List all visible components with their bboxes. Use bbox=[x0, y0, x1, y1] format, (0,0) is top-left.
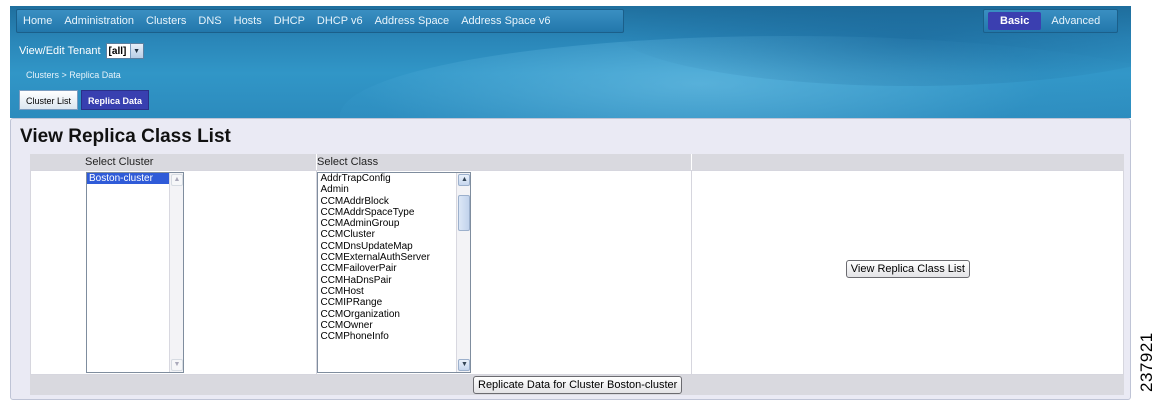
tenant-value: [all] bbox=[108, 45, 127, 57]
class-option[interactable]: CCMOrganization bbox=[318, 309, 470, 320]
class-option[interactable]: CCMCluster bbox=[318, 229, 470, 240]
class-option[interactable]: CCMFailoverPair bbox=[318, 263, 470, 274]
tab-bar: Cluster List Replica Data bbox=[19, 90, 152, 110]
class-option[interactable]: CCMDnsUpdateMap bbox=[318, 241, 470, 252]
header-cell-action bbox=[692, 154, 1124, 170]
class-option[interactable]: CCMHaDnsPair bbox=[318, 275, 470, 286]
cluster-column: Boston-cluster ▲ ▼ bbox=[31, 171, 318, 374]
cluster-listbox[interactable]: Boston-cluster ▲ ▼ bbox=[86, 172, 184, 373]
cluster-scrollbar[interactable]: ▲ ▼ bbox=[169, 173, 183, 372]
advanced-mode-button[interactable]: Advanced bbox=[1041, 12, 1110, 30]
nav-item-dns[interactable]: DNS bbox=[198, 15, 221, 27]
class-options: AddrTrapConfig Admin CCMAddrBlock CCMAddrSp… bbox=[318, 173, 470, 342]
class-option[interactable]: CCMAddrSpaceType bbox=[318, 207, 470, 218]
action-column: View Replica Class List bbox=[692, 171, 1123, 374]
scroll-thumb[interactable] bbox=[458, 195, 471, 231]
nav-item-dhcp-v6[interactable]: DHCP v6 bbox=[317, 15, 363, 27]
header-cell-class: Select Class bbox=[317, 154, 692, 170]
select-class-header: Select Class bbox=[317, 156, 379, 168]
class-listbox[interactable]: AddrTrapConfig Admin CCMAddrBlock CCMAddrSp… bbox=[317, 172, 472, 373]
tenant-dropdown[interactable]: [all] ▼ bbox=[105, 43, 144, 59]
tenant-selector: View/Edit Tenant [all] ▼ bbox=[19, 43, 144, 59]
class-option[interactable]: AddrTrapConfig bbox=[318, 173, 470, 184]
breadcrumb: Clusters > Replica Data bbox=[26, 70, 121, 80]
tab-replica-data[interactable]: Replica Data bbox=[81, 90, 150, 110]
scroll-up-icon[interactable]: ▲ bbox=[458, 174, 471, 186]
header-cell-cluster: Select Cluster bbox=[30, 154, 317, 170]
class-option[interactable]: CCMAddrBlock bbox=[318, 196, 470, 207]
class-scrollbar[interactable]: ▲ ▼ bbox=[456, 173, 471, 372]
app-header: Home Administration Clusters DNS Hosts D… bbox=[10, 6, 1131, 118]
class-option[interactable]: CCMAdminGroup bbox=[318, 218, 470, 229]
scroll-up-icon[interactable]: ▲ bbox=[171, 174, 183, 186]
main-panel: View Replica Class List Select Cluster S… bbox=[10, 118, 1131, 400]
nav-item-administration[interactable]: Administration bbox=[64, 15, 134, 27]
page-title: View Replica Class List bbox=[20, 126, 231, 147]
view-replica-class-list-button[interactable]: View Replica Class List bbox=[845, 260, 970, 278]
nav-item-dhcp[interactable]: DHCP bbox=[274, 15, 305, 27]
class-column: AddrTrapConfig Admin CCMAddrBlock CCMAddrSp… bbox=[317, 171, 692, 374]
nav-item-address-space[interactable]: Address Space bbox=[375, 15, 450, 27]
grid-header: Select Cluster Select Class bbox=[30, 154, 1124, 170]
nav-item-hosts[interactable]: Hosts bbox=[234, 15, 262, 27]
class-option[interactable]: CCMHost bbox=[318, 286, 470, 297]
select-cluster-header: Select Cluster bbox=[85, 156, 154, 168]
mode-toggle: Basic Advanced bbox=[983, 9, 1118, 33]
tenant-label: View/Edit Tenant bbox=[19, 45, 101, 57]
class-option[interactable]: CCMOwner bbox=[318, 320, 470, 331]
scroll-down-icon[interactable]: ▼ bbox=[458, 359, 471, 371]
class-option[interactable]: CCMExternalAuthServer bbox=[318, 252, 470, 263]
grid-footer: Replicate Data for Cluster Boston-cluste… bbox=[30, 375, 1124, 395]
nav-item-home[interactable]: Home bbox=[23, 15, 52, 27]
chevron-down-icon[interactable]: ▼ bbox=[129, 44, 143, 58]
main-nav: Home Administration Clusters DNS Hosts D… bbox=[16, 9, 624, 33]
nav-item-address-space-v6[interactable]: Address Space v6 bbox=[461, 15, 550, 27]
class-option[interactable]: CCMPhoneInfo bbox=[318, 331, 470, 342]
scroll-down-icon[interactable]: ▼ bbox=[171, 359, 183, 371]
class-option[interactable]: CCMIPRange bbox=[318, 297, 470, 308]
basic-mode-button[interactable]: Basic bbox=[988, 12, 1042, 30]
grid-body: Boston-cluster ▲ ▼ AddrTrapConfig Admin CC… bbox=[30, 170, 1124, 375]
replicate-data-button[interactable]: Replicate Data for Cluster Boston-cluste… bbox=[473, 376, 683, 394]
tab-cluster-list[interactable]: Cluster List bbox=[19, 90, 79, 110]
nav-item-clusters[interactable]: Clusters bbox=[146, 15, 186, 27]
figure-number: 237921 bbox=[1137, 332, 1156, 392]
class-option[interactable]: Admin bbox=[318, 184, 470, 195]
